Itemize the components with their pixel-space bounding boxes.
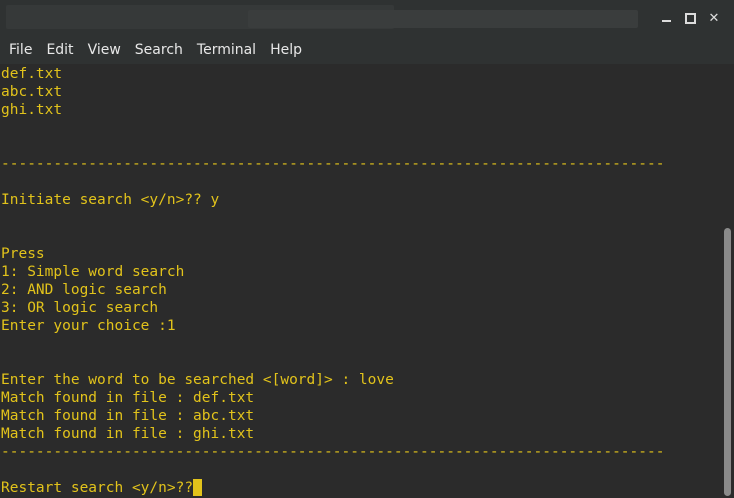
terminal-separator: ----------------------------------------… [1, 156, 665, 172]
terminal-output[interactable]: def.txt abc.txt ghi.txt ----------------… [0, 64, 722, 498]
window-controls: ✕ [654, 0, 726, 36]
terminal-line: Enter your choice :1 [1, 318, 176, 334]
terminal-window: ✕ File Edit View Search Terminal Help de… [0, 0, 734, 498]
scrollbar-thumb[interactable] [724, 228, 731, 496]
terminal-line: 2: AND logic search [1, 282, 167, 298]
terminal-line: def.txt [1, 66, 63, 82]
close-button[interactable]: ✕ [702, 6, 726, 30]
terminal-line: Match found in file : abc.txt [1, 408, 255, 424]
maximize-icon [684, 12, 696, 24]
terminal-line: Press [1, 246, 45, 262]
terminal-line: Initiate search <y/n>?? y [1, 192, 220, 208]
minimize-button[interactable] [654, 6, 678, 30]
title-bar[interactable]: ✕ [0, 0, 734, 36]
minimize-icon [661, 20, 671, 22]
menu-view[interactable]: View [81, 36, 128, 64]
close-icon: ✕ [708, 10, 720, 26]
terminal-line: 1: Simple word search [1, 264, 185, 280]
window-title [0, 0, 640, 36]
menu-help[interactable]: Help [263, 36, 309, 64]
menu-bar: File Edit View Search Terminal Help [0, 36, 734, 64]
terminal-line: abc.txt [1, 84, 63, 100]
menu-file[interactable]: File [2, 36, 39, 64]
maximize-button[interactable] [678, 6, 702, 30]
menu-search[interactable]: Search [128, 36, 190, 64]
terminal-line: Enter the word to be searched <[word]> :… [1, 372, 394, 388]
terminal-prompt: Restart search <y/n>?? [1, 480, 194, 496]
terminal-line: ghi.txt [1, 102, 63, 118]
menu-edit[interactable]: Edit [39, 36, 80, 64]
scrollbar[interactable] [722, 64, 734, 498]
terminal-line: Match found in file : def.txt [1, 390, 255, 406]
menu-terminal[interactable]: Terminal [190, 36, 263, 64]
text-cursor [193, 479, 203, 496]
terminal-separator: ----------------------------------------… [1, 444, 665, 460]
terminal-line: Match found in file : ghi.txt [1, 426, 255, 442]
terminal-prompt-line[interactable]: Restart search <y/n>?? [1, 479, 203, 497]
terminal-line: 3: OR logic search [1, 300, 159, 316]
